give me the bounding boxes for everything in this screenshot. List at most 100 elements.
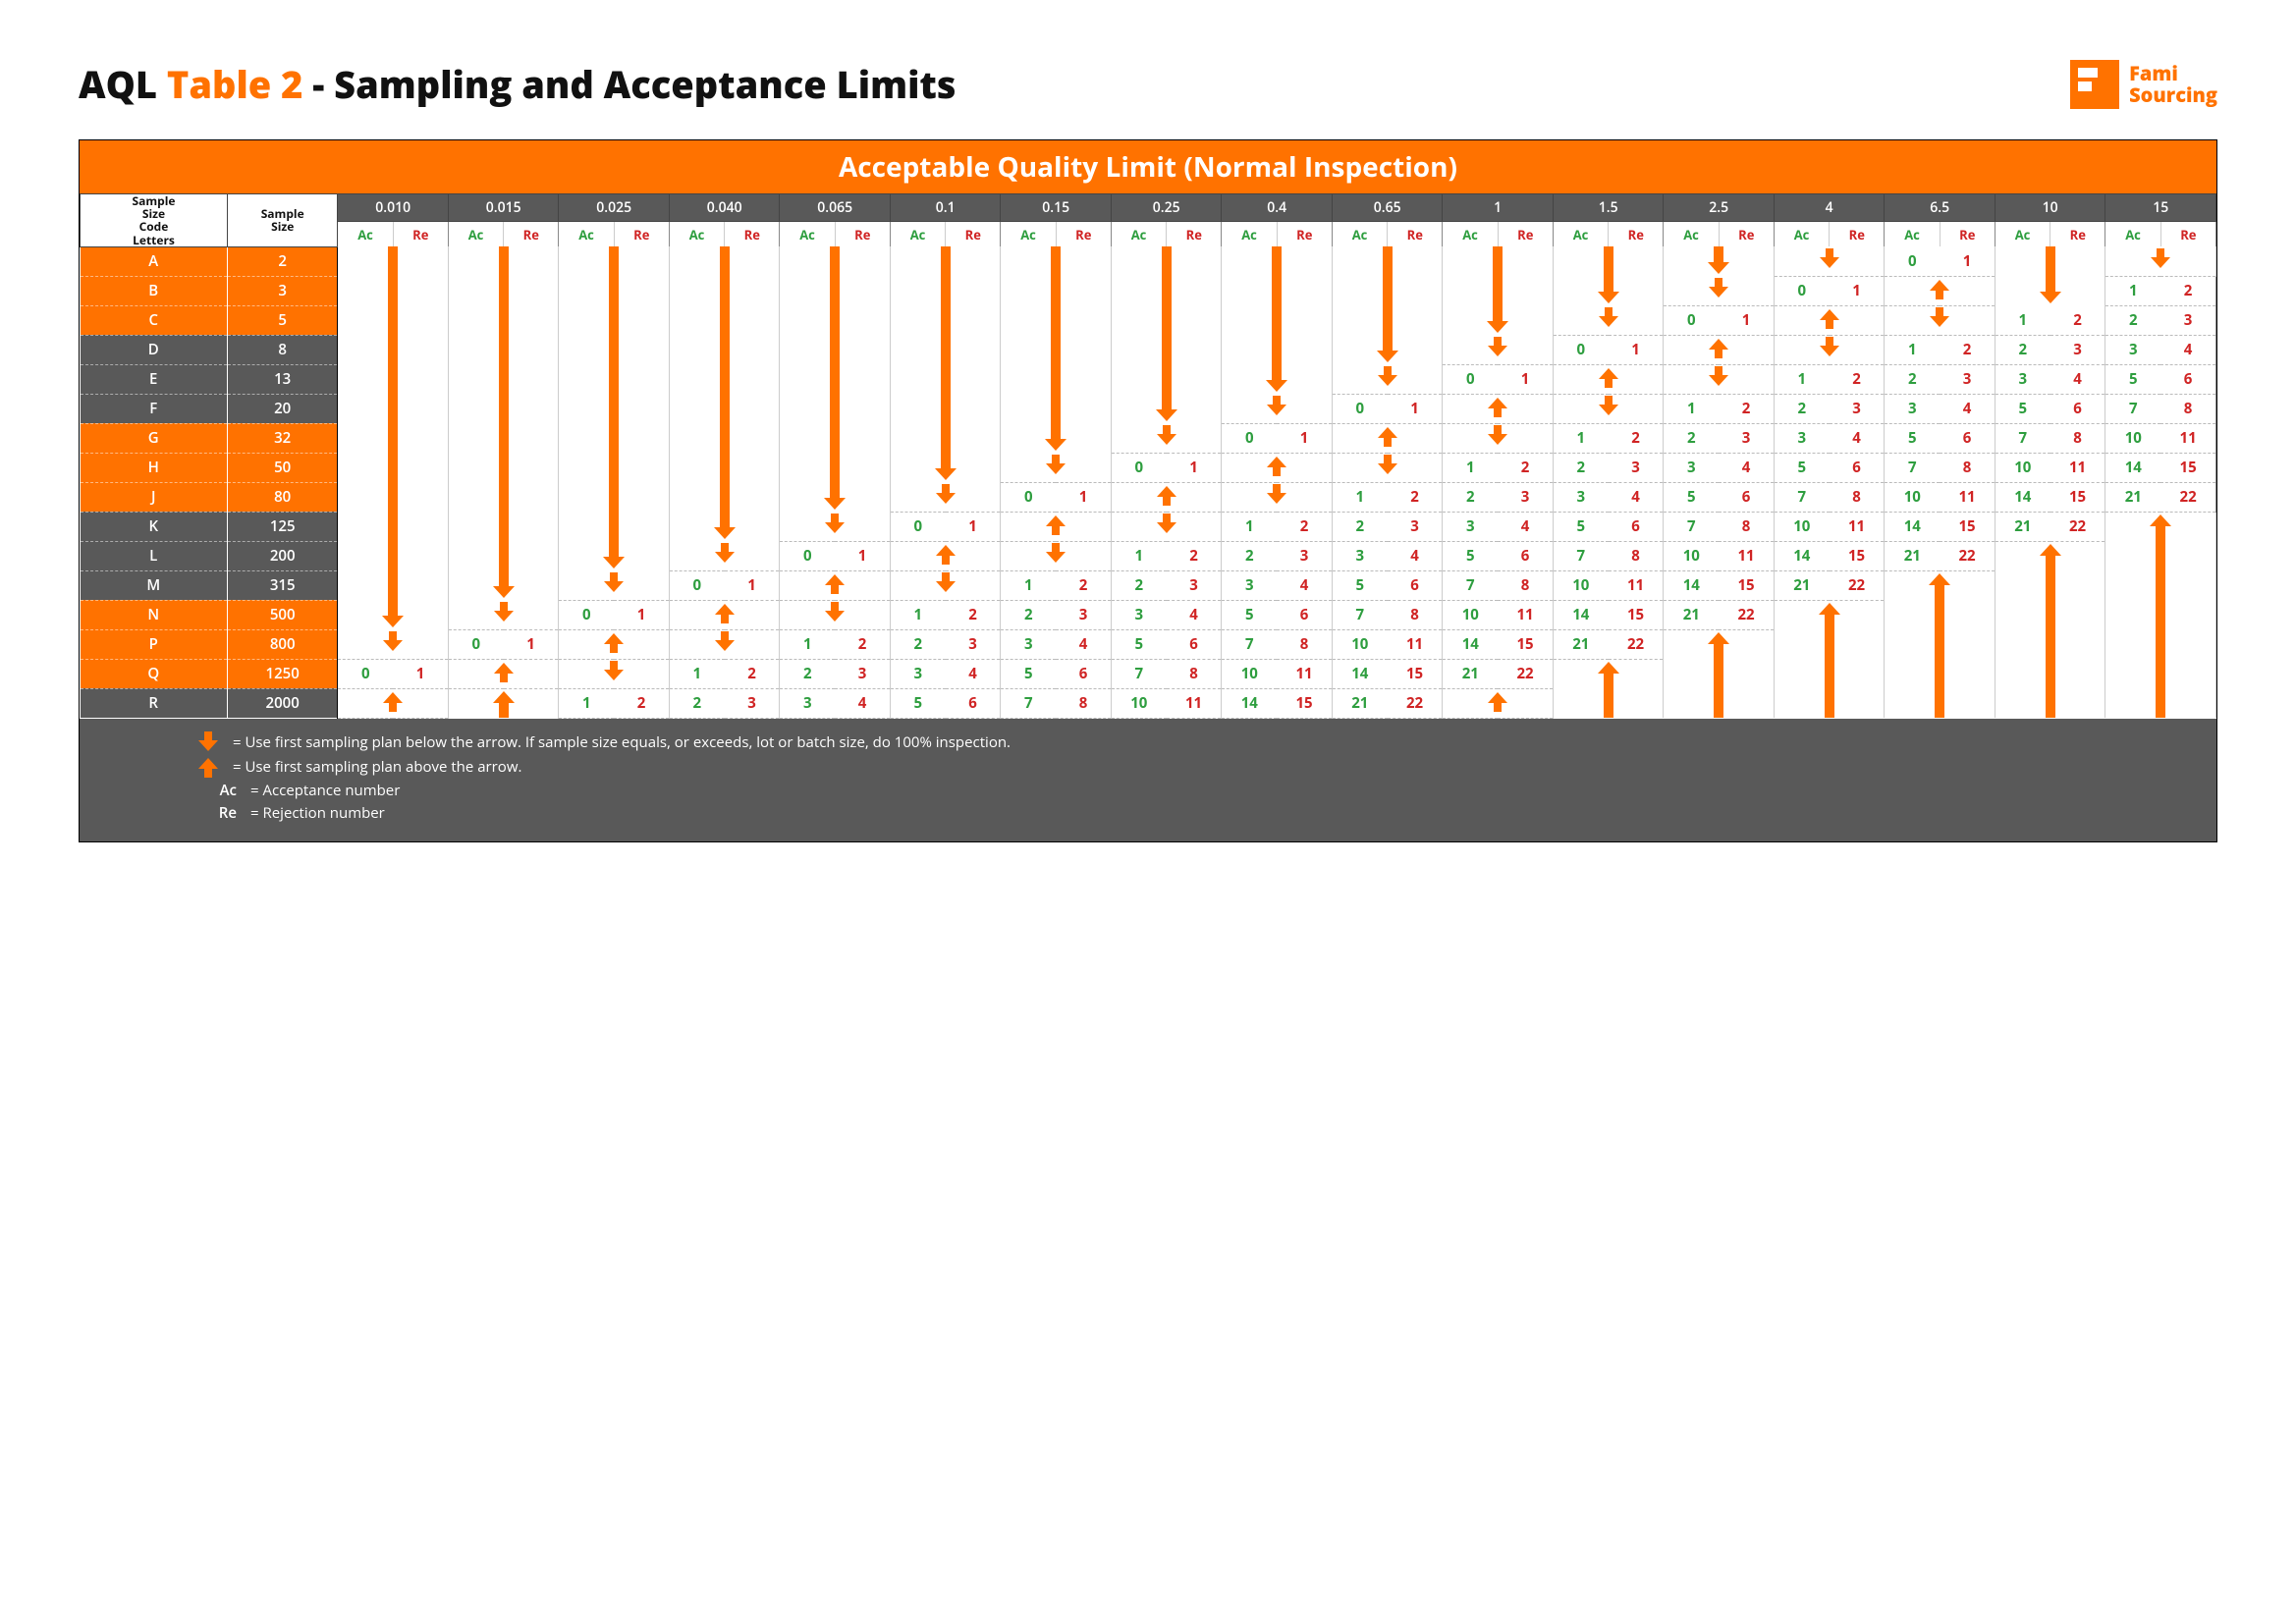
arrow-down-icon xyxy=(1111,364,1222,394)
ac-value: 14 xyxy=(1664,570,1719,600)
re-value: 4 xyxy=(1830,423,1885,453)
hdr-ac: Ac xyxy=(780,221,835,246)
ac-value: 3 xyxy=(1553,482,1608,512)
re-value: 1 xyxy=(835,541,890,570)
table-row: A201 xyxy=(81,246,2216,276)
arrow-up-icon xyxy=(1885,600,1995,629)
ac-value: 10 xyxy=(1111,688,1166,718)
re-value: 6 xyxy=(1830,453,1885,482)
arrow-down-icon xyxy=(1553,394,1664,423)
arrow-down-icon xyxy=(1443,423,1554,453)
arrow-down-icon xyxy=(669,629,780,659)
ac-value: 0 xyxy=(890,512,945,541)
re-value: 15 xyxy=(2050,482,2105,512)
re-value: 11 xyxy=(2160,423,2215,453)
sample-size: 315 xyxy=(227,570,337,600)
arrow-down-icon xyxy=(890,246,1001,276)
re-value: 2 xyxy=(614,688,669,718)
table-row: E130112233456 xyxy=(81,364,2216,394)
ac-value: 0 xyxy=(1111,453,1166,482)
re-value: 2 xyxy=(1388,482,1443,512)
arrow-down-icon xyxy=(559,305,670,335)
re-value: 22 xyxy=(2160,482,2215,512)
re-value: 8 xyxy=(1609,541,1664,570)
arrow-down-icon xyxy=(338,305,449,335)
hdr-ac: Ac xyxy=(559,221,614,246)
arrow-down-icon xyxy=(1443,335,1554,364)
arrow-down-icon xyxy=(2105,246,2216,276)
arrow-up-icon xyxy=(2105,600,2216,629)
arrow-up-icon xyxy=(1885,570,1995,600)
re-value: 8 xyxy=(1388,600,1443,629)
ac-value: 5 xyxy=(1222,600,1277,629)
aql-level-7: 0.25 xyxy=(1111,194,1222,222)
ac-value: 5 xyxy=(1553,512,1608,541)
ac-value: 2 xyxy=(1443,482,1498,512)
arrow-down-icon xyxy=(1001,453,1112,482)
arrow-up-icon xyxy=(1995,600,2105,629)
arrow-down-icon xyxy=(1553,276,1664,305)
arrow-down-icon xyxy=(559,570,670,600)
arrow-down-icon xyxy=(338,629,449,659)
ac-value: 3 xyxy=(1664,453,1719,482)
arrow-down-icon xyxy=(1001,276,1112,305)
aql-level-14: 6.5 xyxy=(1885,194,1995,222)
ac-value: 5 xyxy=(890,688,945,718)
re-value: 1 xyxy=(946,512,1001,541)
aql-level-11: 1.5 xyxy=(1553,194,1664,222)
arrow-down-icon xyxy=(890,482,1001,512)
title-suffix: - Sampling and Acceptance Limits xyxy=(302,59,956,110)
hdr-ac: Ac xyxy=(1774,221,1829,246)
ac-value: 3 xyxy=(1001,629,1056,659)
re-value: 4 xyxy=(1277,570,1332,600)
arrow-up-icon xyxy=(2105,659,2216,688)
ac-value: 14 xyxy=(2105,453,2160,482)
arrow-down-icon xyxy=(669,512,780,541)
re-value: 11 xyxy=(1498,600,1553,629)
re-value: 4 xyxy=(2160,335,2215,364)
re-value: 15 xyxy=(1609,600,1664,629)
sample-size: 2 xyxy=(227,246,337,276)
hdr-ac: Ac xyxy=(448,221,503,246)
sample-size: 500 xyxy=(227,600,337,629)
ac-value: 2 xyxy=(1332,512,1387,541)
re-value: 1 xyxy=(1719,305,1774,335)
arrow-down-icon xyxy=(559,512,670,541)
re-value: 8 xyxy=(2160,394,2215,423)
arrow-down-icon xyxy=(1111,246,1222,276)
re-value: 6 xyxy=(1719,482,1774,512)
arrow-up-icon xyxy=(1774,629,1885,659)
re-value: 15 xyxy=(1830,541,1885,570)
arrow-down-icon xyxy=(1995,276,2105,305)
re-value: 1 xyxy=(1056,482,1111,512)
re-value: 3 xyxy=(946,629,1001,659)
ac-value: 2 xyxy=(1553,453,1608,482)
arrow-up-icon xyxy=(1553,364,1664,394)
arrow-down-icon xyxy=(1001,394,1112,423)
re-value: 3 xyxy=(2050,335,2105,364)
arrow-down-icon xyxy=(338,570,449,600)
re-value: 3 xyxy=(1830,394,1885,423)
ac-value: 0 xyxy=(1001,482,1056,512)
hdr-ac: Ac xyxy=(1553,221,1608,246)
arrow-down-icon xyxy=(448,394,559,423)
arrow-down-icon xyxy=(1001,246,1112,276)
hdr-ac: Ac xyxy=(2105,221,2160,246)
arrow-down-icon xyxy=(448,541,559,570)
re-value: 2 xyxy=(2050,305,2105,335)
table-row: K125011223345678101114152122 xyxy=(81,512,2216,541)
arrow-down-icon xyxy=(338,364,449,394)
arrow-down-icon xyxy=(780,394,891,423)
arrow-up-icon xyxy=(1995,659,2105,688)
arrow-up-icon xyxy=(1222,453,1333,482)
ac-value: 2 xyxy=(1885,364,1940,394)
hdr-letters: SampleSizeCodeLetters xyxy=(81,194,228,247)
arrow-down-icon xyxy=(338,512,449,541)
legend-down-text: = Use first sampling plan below the arro… xyxy=(233,732,1011,752)
arrow-up-icon xyxy=(890,541,1001,570)
re-value: 1 xyxy=(504,629,559,659)
code-letter: A xyxy=(81,246,228,276)
aql-level-6: 0.15 xyxy=(1001,194,1112,222)
aql-level-5: 0.1 xyxy=(890,194,1001,222)
arrow-down-icon xyxy=(1001,423,1112,453)
